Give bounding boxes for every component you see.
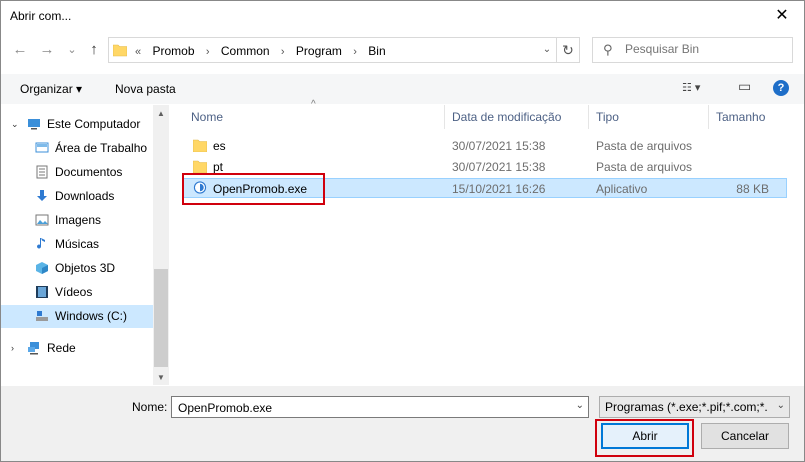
file-date: 15/10/2021 16:26: [452, 182, 546, 196]
chevron-right-icon[interactable]: ›: [206, 46, 210, 58]
nav-item-label: Documentos: [55, 165, 123, 179]
navigation-pane: ⌄ Este Computador Área de Trabalho Docum…: [1, 105, 169, 385]
preview-pane-icon[interactable]: ▭: [738, 78, 751, 95]
recent-locations-icon[interactable]: ⌄: [63, 37, 81, 63]
highlight-box-file: [182, 173, 325, 205]
breadcrumb-item-common[interactable]: Common: [221, 44, 270, 58]
network-icon: [28, 342, 39, 355]
desktop-icon: [35, 142, 49, 153]
refresh-icon[interactable]: ↻: [556, 38, 579, 62]
download-icon: [37, 190, 47, 201]
folder-icon: [113, 44, 127, 57]
scroll-down-icon[interactable]: ▼: [153, 373, 169, 382]
chevron-down-icon[interactable]: ⌄: [777, 400, 785, 411]
file-row-es[interactable]: es 30/07/2021 15:38 Pasta de arquivos: [183, 136, 787, 156]
chevron-right-icon[interactable]: ›: [11, 337, 14, 360]
breadcrumb: « Promob › Common › Program › Bin: [135, 44, 394, 58]
column-header-size[interactable]: Tamanho: [716, 105, 765, 129]
nav-item-pictures[interactable]: Imagens: [1, 209, 153, 232]
nav-item-music[interactable]: Músicas: [1, 233, 153, 256]
chevron-down-icon[interactable]: ⌄: [11, 113, 19, 136]
nav-item-downloads[interactable]: Downloads: [1, 185, 153, 208]
file-date: 30/07/2021 15:38: [452, 160, 546, 174]
folder-icon: [193, 160, 207, 173]
breadcrumb-overflow[interactable]: «: [135, 46, 141, 58]
close-icon[interactable]: ✕: [770, 5, 794, 27]
breadcrumb-item-bin[interactable]: Bin: [368, 44, 385, 58]
file-size: 88 KB: [736, 182, 769, 196]
cancel-button[interactable]: Cancelar: [701, 423, 789, 449]
title-bar: Abrir com... ✕: [1, 1, 804, 32]
3d-objects-icon: [36, 262, 48, 274]
open-with-dialog: Abrir com... ✕ ← → ⌄ ↑ « Promob › Common…: [0, 0, 805, 462]
file-type: Aplicativo: [596, 182, 648, 196]
highlight-box-open-button: [595, 419, 694, 457]
nav-item-label: Windows (C:): [55, 309, 128, 323]
documents-icon: [36, 165, 48, 179]
column-header-name[interactable]: Nome: [191, 105, 223, 129]
chevron-down-icon[interactable]: ⌄: [576, 400, 584, 411]
file-list: Nome ^ Data de modificação Tipo Tamanho …: [171, 99, 804, 385]
navigation-scrollbar[interactable]: ▲ ▼: [153, 105, 169, 385]
nav-item-label: Objetos 3D: [55, 261, 116, 275]
pictures-icon: [35, 214, 49, 226]
nav-item-label: Área de Trabalho: [55, 141, 148, 155]
scrollbar-thumb[interactable]: [154, 269, 168, 367]
up-arrow-icon[interactable]: ↑: [85, 37, 103, 63]
nav-item-label: Imagens: [55, 213, 102, 227]
nav-item-3d-objects[interactable]: Objetos 3D: [1, 257, 153, 280]
forward-arrow-icon[interactable]: →: [38, 37, 56, 63]
scroll-up-icon[interactable]: ▲: [153, 109, 169, 118]
search-input[interactable]: [623, 41, 787, 57]
sort-ascending-icon: ^: [311, 99, 316, 110]
new-folder-button[interactable]: Nova pasta: [115, 82, 176, 96]
chevron-right-icon[interactable]: ›: [353, 46, 357, 58]
column-divider[interactable]: [444, 105, 445, 129]
command-bar: Organizar ▾ Nova pasta ☷ ▾ ▭ ?: [1, 74, 804, 104]
nav-item-videos[interactable]: Vídeos: [1, 281, 153, 304]
breadcrumb-item-program[interactable]: Program: [296, 44, 342, 58]
nav-item-label: Rede: [47, 341, 76, 355]
search-box[interactable]: ⚲: [592, 37, 793, 63]
address-bar[interactable]: « Promob › Common › Program › Bin ⌄ ↻: [108, 37, 580, 63]
file-name-combobox[interactable]: ⌄: [171, 396, 589, 418]
file-name: es: [213, 139, 226, 153]
nav-item-this-pc[interactable]: ⌄ Este Computador: [1, 113, 153, 136]
nav-item-network[interactable]: › Rede: [1, 337, 153, 360]
column-divider[interactable]: [708, 105, 709, 129]
column-divider[interactable]: [588, 105, 589, 129]
videos-icon: [36, 286, 48, 298]
nav-item-documents[interactable]: Documentos: [1, 161, 153, 184]
file-name-label: Nome:: [132, 400, 168, 414]
back-arrow-icon[interactable]: ←: [11, 37, 29, 63]
nav-item-label: Músicas: [55, 237, 100, 251]
chevron-down-icon[interactable]: ⌄: [539, 42, 555, 58]
folder-icon: [193, 139, 207, 152]
drive-icon: [36, 311, 48, 321]
window-title: Abrir com...: [10, 9, 72, 23]
nav-item-windows-c[interactable]: Windows (C:): [1, 305, 153, 328]
help-icon[interactable]: ?: [773, 80, 789, 96]
music-icon: [37, 238, 45, 249]
chevron-right-icon[interactable]: ›: [281, 46, 285, 58]
computer-icon: [28, 119, 40, 130]
file-type: Pasta de arquivos: [596, 160, 693, 174]
nav-item-desktop[interactable]: Área de Trabalho: [1, 137, 153, 160]
search-icon: ⚲: [603, 42, 613, 57]
view-options-icon[interactable]: ☷ ▾: [682, 81, 700, 94]
organize-button[interactable]: Organizar ▾: [20, 82, 82, 96]
nav-item-label: Vídeos: [55, 285, 93, 299]
column-header-type[interactable]: Tipo: [596, 105, 619, 129]
file-name-input[interactable]: [176, 400, 565, 416]
file-type: Pasta de arquivos: [596, 139, 693, 153]
nav-item-label: Este Computador: [47, 117, 141, 131]
file-type-filter-value: Programas (*.exe;*.pif;*.com;*.bat;*.cmd…: [605, 400, 768, 414]
file-date: 30/07/2021 15:38: [452, 139, 546, 153]
column-header-date[interactable]: Data de modificação: [452, 105, 561, 129]
breadcrumb-item-promob[interactable]: Promob: [152, 44, 194, 58]
file-type-filter[interactable]: Programas (*.exe;*.pif;*.com;*.bat;*.cmd…: [599, 396, 790, 418]
nav-item-label: Downloads: [55, 189, 115, 203]
